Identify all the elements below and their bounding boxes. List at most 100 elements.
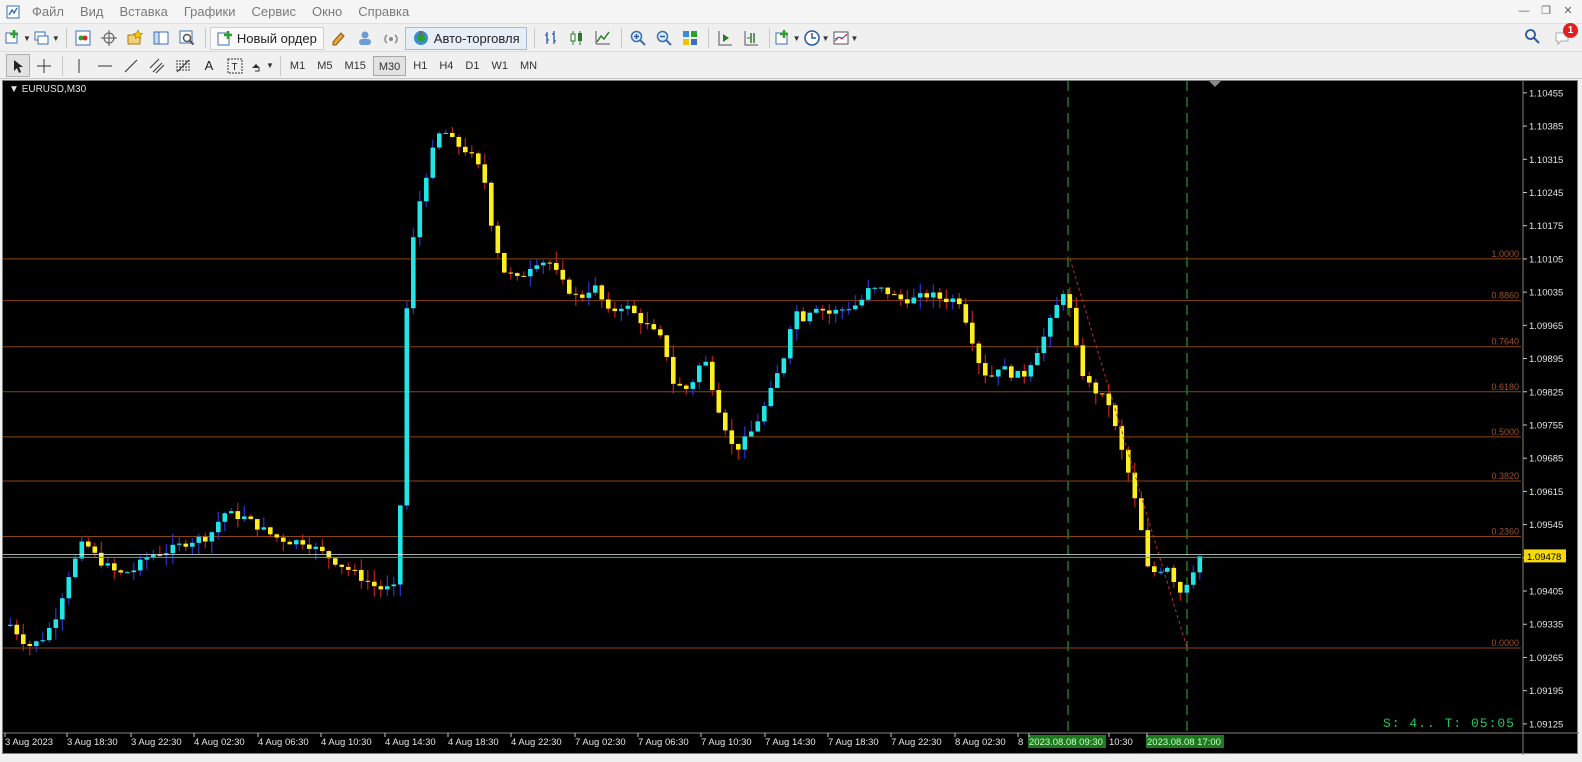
candle-body	[749, 431, 754, 437]
menu-file[interactable]: Файл	[24, 0, 72, 24]
candle-body	[411, 237, 416, 309]
channel-icon	[149, 58, 165, 73]
candle-body	[112, 563, 117, 571]
line-chart-icon	[595, 31, 610, 45]
candlestick-chart-button[interactable]	[565, 27, 589, 50]
templates-button[interactable]: ▼	[832, 27, 858, 50]
candle-body	[47, 627, 52, 641]
autotrading-button[interactable]: Авто-торговля	[404, 26, 527, 50]
user-signals-icon	[358, 31, 371, 45]
timeframe-m15[interactable]: M15	[339, 56, 370, 76]
zoom-in-button[interactable]	[626, 27, 650, 50]
timeframe-w1[interactable]: W1	[486, 56, 513, 76]
candle-body	[853, 305, 858, 310]
line-chart-button[interactable]	[591, 27, 615, 50]
timeframe-m5[interactable]: M5	[312, 56, 337, 76]
candle-body	[372, 581, 377, 587]
candle-body	[261, 527, 267, 530]
timeframe-m30[interactable]: M30	[372, 55, 407, 76]
x-tick-label: 4 Aug 10:30	[321, 737, 372, 748]
minimize-icon[interactable]: —	[1516, 3, 1532, 19]
chart-shift-button[interactable]	[739, 27, 763, 50]
timeframe-h1[interactable]: H1	[408, 56, 432, 76]
menu-window[interactable]: Окно	[304, 0, 350, 24]
candle-body	[645, 323, 650, 325]
candle-body	[424, 177, 429, 202]
auto-scroll-button[interactable]	[713, 27, 737, 50]
candle-body	[482, 164, 488, 183]
menu-insert[interactable]: Вставка	[112, 0, 176, 24]
x-tick-label: 4 Aug 18:30	[448, 737, 499, 748]
new-chart-icon	[5, 30, 18, 44]
x-tick-label: 2023.08.08 09:30	[1029, 737, 1103, 748]
vertical-line-button[interactable]	[67, 54, 91, 77]
text-label-button[interactable]: T	[223, 54, 247, 77]
chart-shift-marker	[1209, 81, 1221, 87]
terminal-button[interactable]	[149, 27, 173, 50]
metaeditor-button[interactable]	[327, 27, 351, 50]
close-icon[interactable]: ✕	[1560, 3, 1576, 19]
menu-view[interactable]: Вид	[72, 0, 112, 24]
timeframe-m1[interactable]: M1	[285, 56, 310, 76]
timeframe-d1[interactable]: D1	[460, 56, 484, 76]
timeframe-h4[interactable]: H4	[434, 56, 458, 76]
menu-tools[interactable]: Сервис	[244, 0, 305, 24]
chart-window[interactable]: 1.10455 1.10385 1.10315 1.10245 1.10175 1.101…	[2, 80, 1579, 755]
candle-body	[632, 305, 637, 314]
market-watch-button[interactable]	[71, 27, 95, 50]
candle-body	[385, 586, 390, 590]
candlestick-icon	[570, 31, 582, 45]
new-chart-button[interactable]: ▼	[4, 27, 31, 50]
profiles-icon	[34, 31, 49, 45]
crosshair-button[interactable]	[32, 54, 56, 77]
fib-level-label: 0.2360	[1491, 526, 1519, 536]
candle-body	[66, 577, 72, 599]
bar-chart-button[interactable]	[539, 27, 563, 50]
indicators-button[interactable]: ▼	[774, 27, 801, 50]
toolbar-separator	[62, 55, 63, 76]
profiles-button[interactable]: ▼	[33, 27, 60, 50]
strategy-tester-button[interactable]	[175, 27, 199, 50]
chart-menu-triangle-icon[interactable]: ▼	[9, 84, 19, 95]
zoom-out-button[interactable]	[652, 27, 676, 50]
candle-body	[14, 624, 20, 635]
vps-button[interactable]	[379, 27, 403, 50]
menu-help[interactable]: Справка	[350, 0, 417, 24]
fibonacci-button[interactable]	[171, 54, 195, 77]
candle-body	[281, 537, 286, 542]
tile-windows-button[interactable]	[678, 27, 702, 50]
data-window-button[interactable]	[97, 27, 121, 50]
candle-body	[788, 329, 793, 359]
text-button[interactable]: A	[197, 54, 221, 77]
candle-body	[1178, 582, 1183, 593]
horizontal-line-button[interactable]	[93, 54, 117, 77]
candle-body	[476, 153, 481, 165]
menu-bar: Файл Вид Вставка Графики Сервис Окно Спр…	[0, 0, 1582, 24]
navigator-button[interactable]	[123, 27, 147, 50]
new-order-button[interactable]: Новый ордер	[209, 26, 324, 50]
indicators-icon	[775, 30, 788, 45]
cursor-button[interactable]	[6, 54, 30, 77]
candle-body	[827, 310, 832, 314]
signals-button[interactable]	[353, 27, 377, 50]
candle-body	[177, 543, 182, 545]
periods-button[interactable]: ▼	[803, 27, 830, 50]
timeframe-mn[interactable]: MN	[515, 56, 542, 76]
price-chart[interactable]: 1.10455 1.10385 1.10315 1.10245 1.10175 1.101…	[3, 81, 1579, 755]
candle-body	[677, 383, 683, 386]
candle-body	[560, 269, 566, 280]
x-tick-label: 2023.08.08 17:00	[1147, 737, 1221, 748]
candle-body	[495, 225, 501, 253]
y-tick-label: 1.10105	[1529, 254, 1563, 265]
equidistant-channel-button[interactable]	[145, 54, 169, 77]
toolbar-separator	[279, 55, 281, 76]
candle-body	[287, 541, 293, 545]
menu-charts[interactable]: Графики	[176, 0, 244, 24]
search-icon[interactable]	[1524, 28, 1540, 47]
candle-body	[541, 262, 546, 266]
candle-body	[1093, 382, 1099, 394]
arrows-button[interactable]: ▼	[249, 54, 274, 77]
notifications-button[interactable]: 1	[1554, 23, 1578, 47]
trendline-button[interactable]	[119, 54, 143, 77]
restore-icon[interactable]: ❐	[1538, 3, 1554, 19]
